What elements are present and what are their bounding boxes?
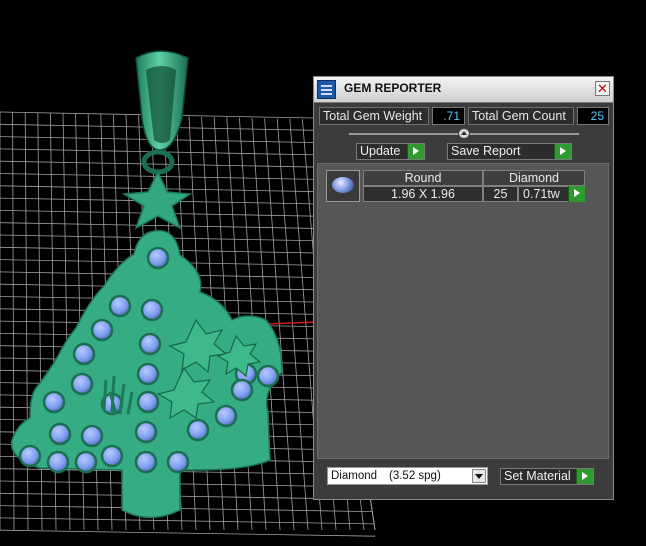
gem-stone	[136, 362, 160, 386]
gem-stone	[18, 444, 42, 468]
play-arrow-icon	[407, 144, 424, 159]
gem-weight-cell: 0.71tw	[518, 186, 585, 202]
gem-stone	[134, 450, 158, 474]
save-report-button-label: Save Report	[451, 144, 521, 158]
save-report-button[interactable]: Save Report	[447, 143, 572, 160]
update-button-label: Update	[360, 144, 401, 158]
window-title: GEM REPORTER	[344, 81, 442, 95]
close-icon[interactable]: ✕	[595, 81, 610, 96]
gem-size-cell: 1.96 X 1.96	[363, 186, 483, 202]
set-material-button-label: Set Material	[504, 469, 571, 483]
gem-stone	[134, 420, 158, 444]
gem-stone	[48, 422, 72, 446]
gem-stone	[100, 444, 124, 468]
play-arrow-icon	[554, 144, 571, 159]
pendant-bail	[135, 50, 189, 175]
material-select-value: Diamond	[331, 470, 378, 482]
gem-stone	[214, 404, 238, 428]
material-spg-value: (3.52 spg)	[389, 470, 441, 482]
gem-stone	[42, 390, 66, 414]
gem-stone	[140, 298, 164, 322]
gem-stone	[146, 246, 170, 270]
gem-stone	[74, 450, 98, 474]
play-arrow-icon	[576, 469, 593, 484]
chevron-down-icon[interactable]	[472, 469, 486, 483]
gem-stone	[108, 294, 132, 318]
gem-stone	[138, 332, 162, 356]
update-button[interactable]: Update	[356, 143, 425, 160]
total-gem-weight-label: Total Gem Weight	[319, 107, 429, 125]
gem-weight-value: 0.71tw	[523, 187, 560, 201]
shape-header: Round	[363, 170, 483, 186]
gem-stone	[72, 342, 96, 366]
gem-stone	[136, 390, 160, 414]
round-gem-icon[interactable]	[326, 170, 360, 202]
slider-thumb[interactable]	[458, 128, 470, 139]
gem-stone	[230, 378, 254, 402]
gem-reporter-app-icon	[317, 80, 336, 99]
total-gem-count-label: Total Gem Count	[468, 107, 574, 125]
material-select[interactable]: Diamond (3.52 spg)	[327, 467, 488, 485]
play-arrow-icon[interactable]	[568, 186, 585, 202]
gem-stone	[90, 318, 114, 342]
total-gem-weight-value: .71	[432, 107, 465, 125]
set-material-button[interactable]: Set Material	[500, 468, 594, 485]
gem-stone	[166, 450, 190, 474]
gem-stone	[186, 418, 210, 442]
gem-stone	[70, 372, 94, 396]
gem-stone	[46, 450, 70, 474]
total-gem-count-value: 25	[577, 107, 609, 125]
gem-stone	[256, 364, 280, 388]
gem-reporter-panel: GEM REPORTER ✕ Total Gem Weight .71 Tota…	[313, 76, 614, 500]
gem-list-area: Round Diamond 1.96 X 1.96 25 0.71tw	[317, 163, 609, 459]
title-bar[interactable]: GEM REPORTER ✕	[314, 77, 613, 103]
gem-stone	[80, 424, 104, 448]
material-header: Diamond	[483, 170, 585, 186]
gem-count-cell: 25	[483, 186, 518, 202]
